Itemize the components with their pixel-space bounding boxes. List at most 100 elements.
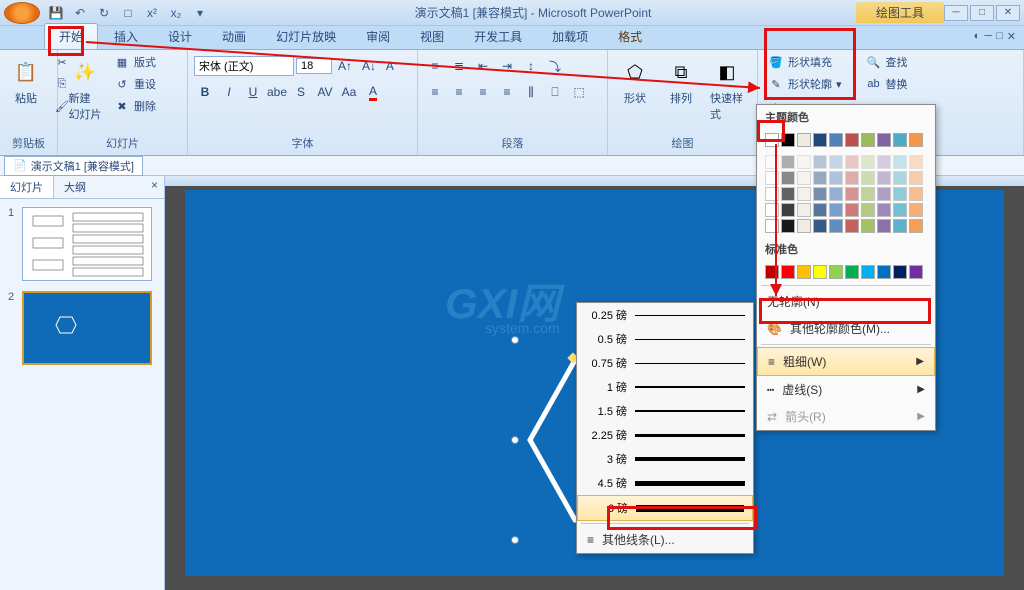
justify-button[interactable]: ≡ (496, 82, 518, 102)
strike-button[interactable]: abe (266, 82, 288, 102)
tab-slideshow[interactable]: 幻灯片放映 (262, 24, 350, 49)
color-swatch[interactable] (861, 203, 875, 217)
color-swatch[interactable] (845, 155, 859, 169)
color-swatch[interactable] (877, 265, 891, 279)
color-swatch[interactable] (893, 203, 907, 217)
color-swatch[interactable] (797, 133, 811, 147)
color-swatch[interactable] (781, 133, 795, 147)
redo-icon[interactable]: ↻ (94, 4, 114, 22)
color-swatch[interactable] (861, 155, 875, 169)
tab-animation[interactable]: 动画 (208, 24, 260, 49)
tab-review[interactable]: 审阅 (352, 24, 404, 49)
color-swatch[interactable] (781, 203, 795, 217)
color-swatch[interactable] (829, 133, 843, 147)
color-swatch[interactable] (877, 219, 891, 233)
thumbnail-1[interactable]: 1 (8, 207, 156, 281)
more-lines-item[interactable]: ≡其他线条(L)... (577, 526, 753, 553)
line-spacing-button[interactable]: ↕ (520, 56, 542, 76)
color-swatch[interactable] (829, 171, 843, 185)
doc-minimize[interactable]: ─ (984, 30, 992, 43)
weight-option[interactable]: 1.5 磅 (577, 399, 753, 423)
color-swatch[interactable] (797, 155, 811, 169)
grow-font-button[interactable]: A↑ (334, 56, 356, 76)
shape-fill-button[interactable]: 🪣形状填充 (764, 52, 846, 72)
color-swatch[interactable] (845, 265, 859, 279)
font-name-select[interactable]: 宋体 (正文) (194, 56, 294, 76)
color-swatch[interactable] (909, 265, 923, 279)
color-swatch[interactable] (765, 133, 779, 147)
color-swatch[interactable] (845, 219, 859, 233)
weight-option[interactable]: 0.25 磅 (577, 303, 753, 327)
color-swatch[interactable] (797, 171, 811, 185)
color-swatch[interactable] (845, 203, 859, 217)
clear-format-button[interactable]: A⁻ (382, 56, 404, 76)
handle-tl[interactable] (511, 336, 519, 344)
panel-close[interactable]: × (145, 176, 164, 198)
tab-insert[interactable]: 插入 (100, 24, 152, 49)
shrink-font-button[interactable]: A↓ (358, 56, 380, 76)
color-swatch[interactable] (893, 133, 907, 147)
quickstyles-button[interactable]: ◧快速样式 (706, 52, 748, 126)
spacing-button[interactable]: AV (314, 82, 336, 102)
more-colors-item[interactable]: 🎨其他轮廓颜色(M)... (757, 315, 935, 342)
color-swatch[interactable] (861, 219, 875, 233)
weight-option[interactable]: 3 磅 (577, 447, 753, 471)
color-swatch[interactable] (893, 155, 907, 169)
color-swatch[interactable] (813, 203, 827, 217)
text-direction-button[interactable]: ⤵ (544, 56, 566, 76)
color-swatch[interactable] (829, 203, 843, 217)
doc-close[interactable]: ✕ (1007, 30, 1016, 43)
minimize-button[interactable]: ─ (944, 5, 968, 21)
tab-home[interactable]: 开始 (44, 23, 98, 49)
color-swatch[interactable] (813, 219, 827, 233)
smartart-button[interactable]: ⬚ (568, 82, 590, 102)
save-icon[interactable]: 💾 (46, 4, 66, 22)
doc-restore[interactable]: □ (996, 30, 1003, 43)
color-swatch[interactable] (861, 171, 875, 185)
bold-button[interactable]: B (194, 82, 216, 102)
color-swatch[interactable] (893, 171, 907, 185)
close-button[interactable]: ✕ (996, 5, 1020, 21)
color-swatch[interactable] (877, 133, 891, 147)
qat-btn-1[interactable]: □ (118, 4, 138, 22)
tab-developer[interactable]: 开发工具 (460, 24, 536, 49)
dashes-item[interactable]: ┅虚线(S)▶ (757, 376, 935, 403)
qat-btn-3[interactable]: x₂ (166, 4, 186, 22)
color-swatch[interactable] (893, 219, 907, 233)
color-swatch[interactable] (797, 203, 811, 217)
color-swatch[interactable] (813, 155, 827, 169)
document-tab[interactable]: 📄 演示文稿1 [兼容模式] (4, 156, 143, 176)
color-swatch[interactable] (781, 265, 795, 279)
color-swatch[interactable] (877, 203, 891, 217)
color-swatch[interactable] (845, 133, 859, 147)
weight-option[interactable]: 0.75 磅 (577, 351, 753, 375)
layout-button[interactable]: ▦版式 (110, 52, 160, 72)
replace-button[interactable]: ab替换 (862, 74, 912, 94)
handle-l[interactable] (511, 436, 519, 444)
color-swatch[interactable] (813, 133, 827, 147)
color-swatch[interactable] (765, 265, 779, 279)
maximize-button[interactable]: □ (970, 5, 994, 21)
font-size-select[interactable]: 18 (296, 58, 332, 74)
align-right-button[interactable]: ≡ (472, 82, 494, 102)
indent-inc-button[interactable]: ⇥ (496, 56, 518, 76)
handle-bl[interactable] (511, 536, 519, 544)
bullets-button[interactable]: ≡ (424, 56, 446, 76)
tab-design[interactable]: 设计 (154, 24, 206, 49)
color-swatch[interactable] (861, 187, 875, 201)
color-swatch[interactable] (797, 187, 811, 201)
color-swatch[interactable] (877, 187, 891, 201)
numbering-button[interactable]: ≣ (448, 56, 470, 76)
color-swatch[interactable] (829, 219, 843, 233)
color-swatch[interactable] (829, 265, 843, 279)
qat-btn-2[interactable]: x² (142, 4, 162, 22)
color-swatch[interactable] (909, 187, 923, 201)
weight-item[interactable]: ≡粗细(W)▶ (757, 347, 935, 376)
indent-dec-button[interactable]: ⇤ (472, 56, 494, 76)
color-swatch[interactable] (813, 187, 827, 201)
color-swatch[interactable] (909, 171, 923, 185)
color-swatch[interactable] (765, 171, 779, 185)
qat-more-icon[interactable]: ▾ (190, 4, 210, 22)
color-swatch[interactable] (909, 203, 923, 217)
find-button[interactable]: 🔍查找 (862, 52, 912, 72)
